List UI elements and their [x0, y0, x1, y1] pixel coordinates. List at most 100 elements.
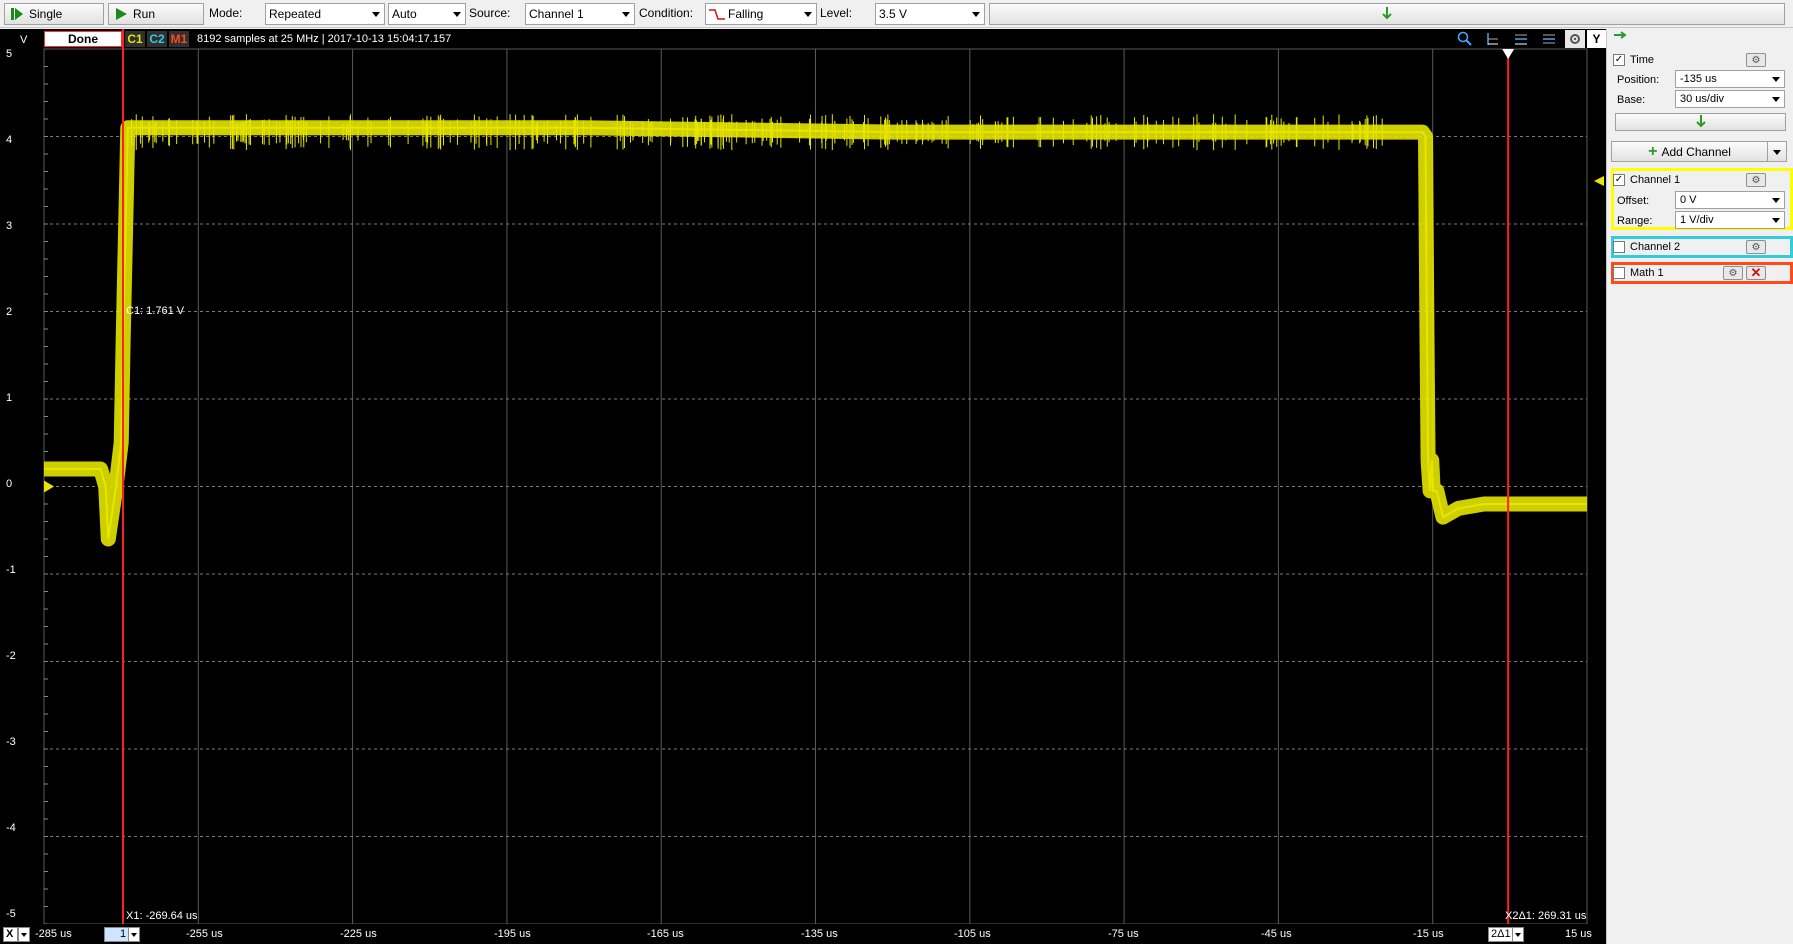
y-tick-label: -2 [6, 650, 16, 662]
time-label: Time [1630, 54, 1655, 66]
y-tick-label: -5 [6, 908, 16, 920]
y-tick-label: 4 [6, 134, 13, 146]
channel1-checkbox[interactable]: ✓ [1613, 174, 1625, 186]
range-value: 1 V/div [1680, 214, 1714, 226]
chevron-down-icon [1772, 218, 1780, 223]
chevron-down-icon [453, 12, 461, 17]
mode-value: Repeated [269, 7, 322, 21]
mode-label: Mode: [209, 6, 243, 20]
chevron-down-icon [622, 12, 630, 17]
x-tick-label: -165 us [647, 928, 684, 940]
x-tick-label: -225 us [340, 928, 377, 940]
position-value: -135 us [1680, 73, 1717, 85]
math1-label: Math 1 [1630, 267, 1664, 279]
time-checkbox[interactable]: ✓ [1613, 54, 1625, 66]
chevron-down-icon [1773, 150, 1781, 155]
channel1-label: Channel 1 [1630, 174, 1681, 186]
chevron-down-icon[interactable] [18, 927, 30, 942]
single-step-icon [9, 6, 25, 22]
base-label: Base: [1617, 94, 1646, 106]
x-axis-button[interactable]: X [3, 927, 18, 942]
trigger-position-marker [1502, 49, 1515, 59]
chevron-down-icon[interactable] [1512, 927, 1524, 942]
mode-select[interactable]: Repeated [265, 3, 385, 25]
y-axis-button[interactable]: Y [1587, 30, 1606, 48]
chevron-down-icon [1772, 97, 1780, 102]
math1-checkbox[interactable] [1613, 267, 1625, 279]
y-axis-unit: V [20, 34, 28, 46]
channel2-tag[interactable]: C2 [147, 31, 167, 47]
arrow-down-icon [1695, 114, 1706, 131]
channel1-offset-marker [44, 480, 54, 493]
y-tick-label: 1 [6, 392, 13, 404]
x-tick-label: -135 us [801, 928, 838, 940]
cursor-horizontal-icon[interactable] [1511, 30, 1531, 48]
chevron-down-icon [1772, 77, 1780, 82]
run-label: Run [133, 7, 156, 21]
math1-close-icon[interactable]: ✕ [1746, 265, 1766, 280]
zoom-icon[interactable] [1455, 30, 1475, 48]
cursor-vertical-icon[interactable] [1483, 30, 1503, 48]
trigger-level-marker-icon [1593, 175, 1605, 190]
channel1-tag[interactable]: C1 [125, 31, 145, 47]
plus-icon: + [1648, 142, 1658, 160]
position-label: Position: [1617, 74, 1660, 86]
channel2-label: Channel 2 [1630, 241, 1681, 253]
oscilloscope-plot-area[interactable]: V Done C1 C2 M1 8192 samples at 25 MHz |… [0, 29, 1606, 944]
trigger-select[interactable]: Auto [388, 3, 466, 25]
y-tick-label: -3 [6, 736, 16, 748]
trigger-arm-button[interactable] [989, 3, 1785, 25]
single-button[interactable]: Single [4, 3, 104, 25]
level-label: Level: [820, 6, 853, 20]
channel2-settings-icon[interactable]: ⚙ [1746, 240, 1766, 254]
falling-edge-icon [708, 6, 728, 22]
condition-value: Falling [728, 7, 764, 21]
chevron-down-icon [972, 12, 980, 17]
x-tick-label: -75 us [1108, 928, 1139, 940]
chevron-down-icon[interactable] [128, 927, 140, 942]
math1-tag[interactable]: M1 [169, 31, 189, 47]
trigger-value: Auto [392, 7, 417, 21]
chevron-down-icon [372, 12, 380, 17]
y-tick-label: -1 [6, 564, 16, 576]
x-tick-label: -255 us [186, 928, 223, 940]
offset-value: 0 V [1680, 194, 1697, 206]
range-select[interactable]: 1 V/div [1675, 211, 1785, 229]
position-select[interactable]: -135 us [1675, 70, 1785, 88]
side-panel: ✓ Time ⚙ Position: -135 us Base: 30 us/d… [1594, 29, 1793, 944]
condition-select[interactable]: Falling [705, 3, 817, 25]
y-tick-label: -4 [6, 822, 16, 834]
run-button[interactable]: Run [108, 3, 204, 25]
scope-header: V Done C1 C2 M1 8192 samples at 25 MHz |… [0, 29, 1606, 49]
x2-readout: X2Δ1: 269.31 us [1505, 910, 1587, 922]
level-value: 3.5 V [879, 7, 908, 21]
measure-icon[interactable] [1539, 30, 1559, 48]
x-tick-label: -45 us [1261, 928, 1292, 940]
arrow-right-icon[interactable] [1613, 29, 1627, 43]
source-select[interactable]: Channel 1 [525, 3, 635, 25]
condition-label: Condition: [639, 6, 694, 20]
chevron-down-icon [1772, 198, 1780, 203]
add-channel-menu[interactable] [1767, 141, 1787, 162]
c1-readout: C1: 1.761 V [126, 305, 185, 317]
x-tick-label: -105 us [954, 928, 991, 940]
x-axis-bar: X 1 2Δ1 -285 us -255 us -225 us -195 us … [0, 924, 1606, 944]
single-label: Single [29, 7, 63, 21]
channel1-settings-icon[interactable]: ⚙ [1746, 173, 1766, 187]
channel2-checkbox[interactable] [1613, 241, 1625, 253]
settings-icon[interactable] [1565, 30, 1585, 48]
math1-settings-icon[interactable]: ⚙ [1723, 266, 1743, 280]
source-value: Channel 1 [529, 7, 584, 21]
time-settings-icon[interactable]: ⚙ [1746, 53, 1766, 67]
source-label: Source: [469, 6, 511, 20]
time-apply-button[interactable] [1615, 113, 1786, 131]
offset-select[interactable]: 0 V [1675, 191, 1785, 209]
play-icon [113, 6, 129, 22]
acquisition-status: Done [44, 31, 122, 47]
toolbar: Single Run Mode: Repeated Auto Source: C… [0, 0, 1793, 28]
waveforms-scope-window: Single Run Mode: Repeated Auto Source: C… [0, 0, 1793, 944]
level-select[interactable]: 3.5 V [875, 3, 985, 25]
base-select[interactable]: 30 us/div [1675, 90, 1785, 108]
y-tick-label: 0 [6, 478, 13, 490]
add-channel-button[interactable]: + Add Channel [1611, 141, 1768, 162]
